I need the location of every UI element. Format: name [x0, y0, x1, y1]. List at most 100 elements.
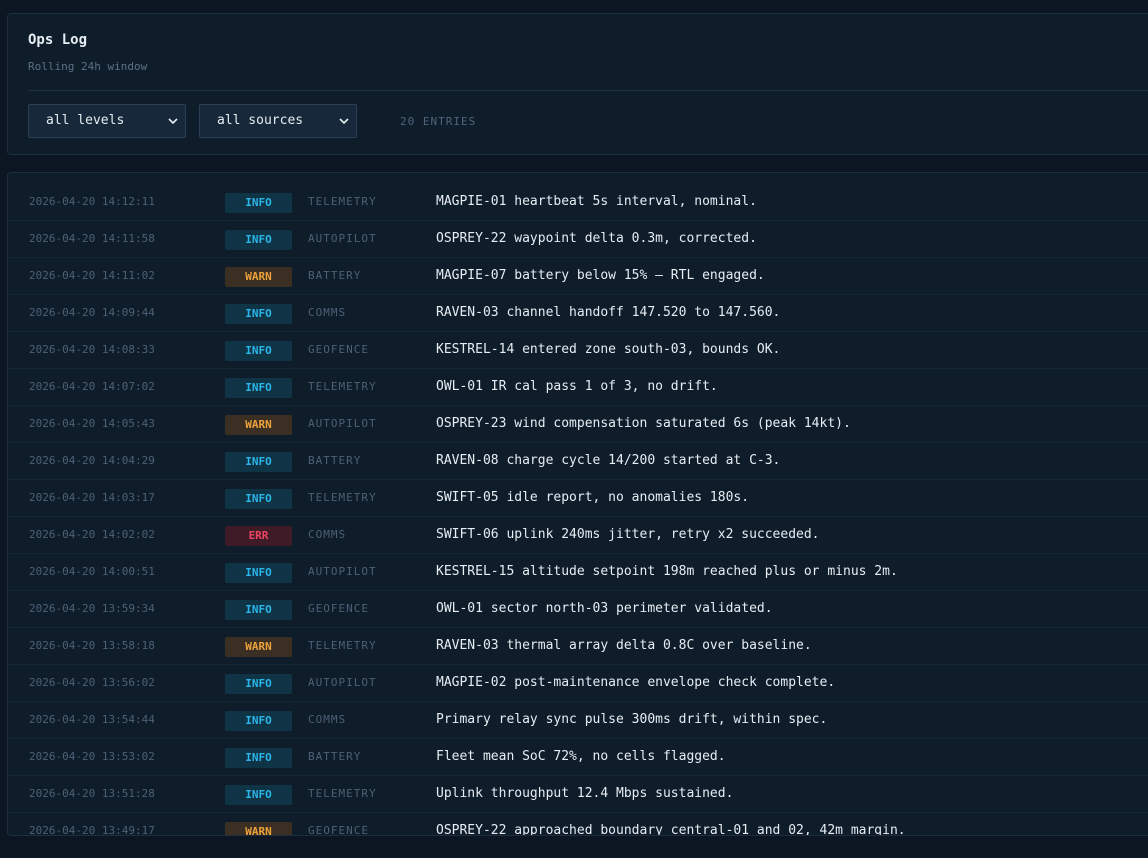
log-source: TELEMETRY	[308, 380, 377, 393]
log-timestamp: 2026-04-20 14:12:11	[29, 195, 155, 208]
log-message: KESTREL-15 altitude setpoint 198m reache…	[436, 564, 898, 579]
log-message: SWIFT-06 uplink 240ms jitter, retry x2 s…	[436, 527, 820, 542]
log-source: GEOFENCE	[308, 343, 369, 356]
log-timestamp: 2026-04-20 14:11:02	[29, 269, 155, 282]
level-badge: WARN	[225, 415, 292, 435]
log-message: OSPREY-22 approached boundary central-01…	[436, 823, 906, 836]
log-row[interactable]: 2026-04-20 14:04:29 INFO BATTERY RAVEN-08 c…	[8, 443, 1148, 480]
log-message: OSPREY-22 waypoint delta 0.3m, corrected…	[436, 231, 757, 246]
level-badge: INFO	[225, 341, 292, 361]
log-message: Fleet mean SoC 72%, no cells flagged.	[436, 749, 726, 764]
log-source: AUTOPILOT	[308, 417, 377, 430]
log-timestamp: 2026-04-20 14:00:51	[29, 565, 155, 578]
source-filter-select[interactable]: all sources	[199, 104, 357, 138]
log-source: COMMS	[308, 528, 347, 541]
log-source: TELEMETRY	[308, 491, 377, 504]
log-message: RAVEN-03 channel handoff 147.520 to 147.…	[436, 305, 781, 320]
page-title: Ops Log	[28, 32, 88, 48]
log-row[interactable]: 2026-04-20 14:02:02 ERR COMMS SWIFT-06 upli…	[8, 517, 1148, 554]
log-row[interactable]: 2026-04-20 13:54:44 INFO COMMS Primary rela…	[8, 702, 1148, 739]
log-row[interactable]: 2026-04-20 14:05:43 WARN AUTOPILOT OSPREY-2…	[8, 406, 1148, 443]
log-message: RAVEN-03 thermal array delta 0.8C over b…	[436, 638, 812, 653]
log-row[interactable]: 2026-04-20 14:09:44 INFO COMMS RAVEN-03 cha…	[8, 295, 1148, 332]
level-badge: INFO	[225, 452, 292, 472]
level-filter-value: all levels	[46, 113, 125, 128]
header-divider	[28, 90, 1148, 91]
level-badge: INFO	[225, 748, 292, 768]
log-source: BATTERY	[308, 750, 362, 763]
log-timestamp: 2026-04-20 13:54:44	[29, 713, 155, 726]
level-badge: INFO	[225, 304, 292, 324]
log-row[interactable]: 2026-04-20 13:59:34 INFO GEOFENCE OWL-01 se…	[8, 591, 1148, 628]
log-timestamp: 2026-04-20 14:11:58	[29, 232, 155, 245]
log-row[interactable]: 2026-04-20 14:11:02 WARN BATTERY MAGPIE-07 …	[8, 258, 1148, 295]
log-source: GEOFENCE	[308, 602, 369, 615]
log-message: OSPREY-23 wind compensation saturated 6s…	[436, 416, 851, 431]
log-message: MAGPIE-07 battery below 15% — RTL engage…	[436, 268, 765, 283]
level-badge: INFO	[225, 785, 292, 805]
header-panel: Ops Log Rolling 24h window all levels al…	[7, 13, 1148, 155]
log-message: SWIFT-05 idle report, no anomalies 180s.	[436, 490, 750, 505]
log-timestamp: 2026-04-20 13:59:34	[29, 602, 155, 615]
log-message: MAGPIE-02 post-maintenance envelope chec…	[436, 675, 836, 690]
log-source: COMMS	[308, 306, 347, 319]
log-row[interactable]: 2026-04-20 13:58:18 WARN TELEMETRY RAVEN-03…	[8, 628, 1148, 665]
level-badge: INFO	[225, 230, 292, 250]
level-badge: INFO	[225, 711, 292, 731]
chevron-down-icon	[167, 105, 179, 137]
log-source: AUTOPILOT	[308, 565, 377, 578]
log-timestamp: 2026-04-20 14:09:44	[29, 306, 155, 319]
log-row[interactable]: 2026-04-20 14:00:51 INFO AUTOPILOT KESTREL-…	[8, 554, 1148, 591]
log-source: TELEMETRY	[308, 639, 377, 652]
log-row[interactable]: 2026-04-20 13:49:17 WARN GEOFENCE OSPREY-22…	[8, 813, 1148, 836]
log-row[interactable]: 2026-04-20 13:53:02 INFO BATTERY Fleet mean…	[8, 739, 1148, 776]
log-row[interactable]: 2026-04-20 13:56:02 INFO AUTOPILOT MAGPIE-0…	[8, 665, 1148, 702]
page-subtitle: Rolling 24h window	[28, 60, 148, 73]
log-timestamp: 2026-04-20 13:58:18	[29, 639, 155, 652]
log-timestamp: 2026-04-20 13:56:02	[29, 676, 155, 689]
level-badge: INFO	[225, 674, 292, 694]
log-message: OWL-01 IR cal pass 1 of 3, no drift.	[436, 379, 718, 394]
log-source: COMMS	[308, 713, 347, 726]
log-source: TELEMETRY	[308, 195, 377, 208]
level-badge: INFO	[225, 600, 292, 620]
log-message: OWL-01 sector north-03 perimeter validat…	[436, 601, 773, 616]
log-message: Uplink throughput 12.4 Mbps sustained.	[436, 786, 734, 801]
log-timestamp: 2026-04-20 13:49:17	[29, 824, 155, 836]
log-row[interactable]: 2026-04-20 14:07:02 INFO TELEMETRY OWL-01 I…	[8, 369, 1148, 406]
log-message: KESTREL-14 entered zone south-03, bounds…	[436, 342, 781, 357]
log-message: RAVEN-08 charge cycle 14/200 started at …	[436, 453, 781, 468]
chevron-down-icon	[338, 105, 350, 137]
log-source: GEOFENCE	[308, 824, 369, 836]
level-badge: INFO	[225, 193, 292, 213]
log-timestamp: 2026-04-20 14:02:02	[29, 528, 155, 541]
level-badge: INFO	[225, 563, 292, 583]
log-source: TELEMETRY	[308, 787, 377, 800]
log-source: AUTOPILOT	[308, 232, 377, 245]
log-row[interactable]: 2026-04-20 14:11:58 INFO AUTOPILOT OSPREY-2…	[8, 221, 1148, 258]
log-timestamp: 2026-04-20 14:07:02	[29, 380, 155, 393]
level-filter-select[interactable]: all levels	[28, 104, 186, 138]
level-badge: WARN	[225, 822, 292, 835]
log-source: BATTERY	[308, 454, 362, 467]
log-row[interactable]: 2026-04-20 14:03:17 INFO TELEMETRY SWIFT-05…	[8, 480, 1148, 517]
log-row[interactable]: 2026-04-20 14:08:33 INFO GEOFENCE KESTREL-1…	[8, 332, 1148, 369]
level-badge: WARN	[225, 637, 292, 657]
level-badge: INFO	[225, 378, 292, 398]
log-timestamp: 2026-04-20 14:03:17	[29, 491, 155, 504]
log-row[interactable]: 2026-04-20 13:51:28 INFO TELEMETRY Uplink t…	[8, 776, 1148, 813]
log-timestamp: 2026-04-20 13:51:28	[29, 787, 155, 800]
log-timestamp: 2026-04-20 13:53:02	[29, 750, 155, 763]
level-badge: INFO	[225, 489, 292, 509]
level-badge: ERR	[225, 526, 292, 546]
log-source: BATTERY	[308, 269, 362, 282]
level-badge: WARN	[225, 267, 292, 287]
log-timestamp: 2026-04-20 14:08:33	[29, 343, 155, 356]
source-filter-value: all sources	[217, 113, 304, 128]
log-source: AUTOPILOT	[308, 676, 377, 689]
log-row[interactable]: 2026-04-20 14:12:11 INFO TELEMETRY MAGPIE-0…	[8, 184, 1148, 221]
entries-count: 20 ENTRIES	[400, 115, 477, 128]
log-list: 2026-04-20 14:12:11 INFO TELEMETRY MAGPIE-0…	[7, 172, 1148, 836]
log-timestamp: 2026-04-20 14:05:43	[29, 417, 155, 430]
log-message: MAGPIE-01 heartbeat 5s interval, nominal…	[436, 194, 757, 209]
